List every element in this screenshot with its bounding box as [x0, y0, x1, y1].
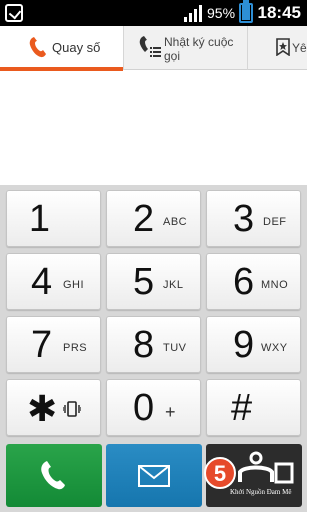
call-button[interactable] [6, 444, 102, 507]
key-digit: 7 [31, 324, 53, 366]
key-digit: 5 [133, 261, 155, 303]
number-display[interactable] [0, 71, 307, 185]
key-letters: + [165, 402, 177, 422]
key-2[interactable]: 2 ABC [106, 190, 201, 247]
key-0[interactable]: 0 + [106, 379, 201, 436]
vibrate-icon [63, 401, 81, 417]
key-letters: PRS [63, 342, 88, 354]
key-digit: 9 [233, 324, 255, 366]
phone-icon [29, 37, 46, 58]
action-bar: 5 Khởi Nguồn Đam Mê [0, 441, 307, 512]
key-letters: ABC [163, 216, 188, 228]
signal-icon [184, 5, 202, 22]
key-letters: DEF [263, 216, 287, 228]
key-3[interactable]: 3 DEF [206, 190, 301, 247]
tab-bar: Quay số Nhật ký cuộc gọi Yêu [0, 26, 307, 71]
key-4[interactable]: 4 GHI [6, 253, 101, 310]
clock: 18:45 [257, 3, 301, 22]
status-bar: 95% 18:45 [0, 0, 307, 26]
key-6[interactable]: 6 MNO [206, 253, 301, 310]
key-8[interactable]: 8 TUV [106, 316, 201, 373]
tab-favorites[interactable]: Yêu [247, 26, 307, 70]
key-hash[interactable]: # [206, 379, 301, 436]
key-letters: GHI [63, 279, 85, 291]
envelope-icon [138, 465, 170, 487]
key-digit: 1 [28, 198, 51, 240]
tab-dialer[interactable]: Quay số [0, 26, 123, 71]
favorites-icon [276, 38, 290, 56]
key-digit: # [231, 387, 253, 429]
phone-icon [41, 461, 65, 490]
key-star[interactable]: ✱ [6, 379, 101, 436]
key-digit: 0 [133, 387, 155, 429]
key-digit: 6 [233, 261, 255, 303]
battery-percent: 95% [207, 5, 236, 21]
notification-check-icon [5, 4, 23, 22]
key-digit: 4 [31, 261, 53, 303]
key-letters: MNO [261, 279, 289, 291]
battery-icon [239, 0, 253, 23]
key-digit: ✱ [27, 388, 58, 429]
key-9[interactable]: 9 WXY [206, 316, 301, 373]
tab-favorites-label: Yêu [292, 41, 307, 55]
tab-call-log-label: Nhật ký cuộc gọi [164, 35, 234, 63]
key-letters: TUV [163, 342, 187, 354]
key-digit: 2 [133, 198, 155, 240]
tab-dialer-label: Quay số [52, 40, 101, 55]
watermark-text: Khởi Nguồn Đam Mê [230, 488, 292, 496]
key-digit: 8 [133, 324, 155, 366]
tab-call-log[interactable]: Nhật ký cuộc gọi [123, 26, 247, 70]
more-button[interactable]: 5 Khởi Nguồn Đam Mê [204, 444, 302, 507]
dialpad: 1 2 ABC 3 DEF 4 GHI 5 JKL 6 MNO 7 PRS 8 … [0, 185, 307, 441]
call-log-icon [139, 36, 161, 57]
message-button[interactable] [106, 444, 202, 507]
key-7[interactable]: 7 PRS [6, 316, 101, 373]
key-letters: JKL [163, 279, 184, 291]
watermark-logo: 5 [204, 451, 294, 489]
key-5[interactable]: 5 JKL [106, 253, 201, 310]
svg-text:5: 5 [214, 461, 226, 486]
key-digit: 3 [233, 198, 255, 240]
key-letters: WXY [261, 342, 288, 354]
key-1[interactable]: 1 [6, 190, 101, 247]
